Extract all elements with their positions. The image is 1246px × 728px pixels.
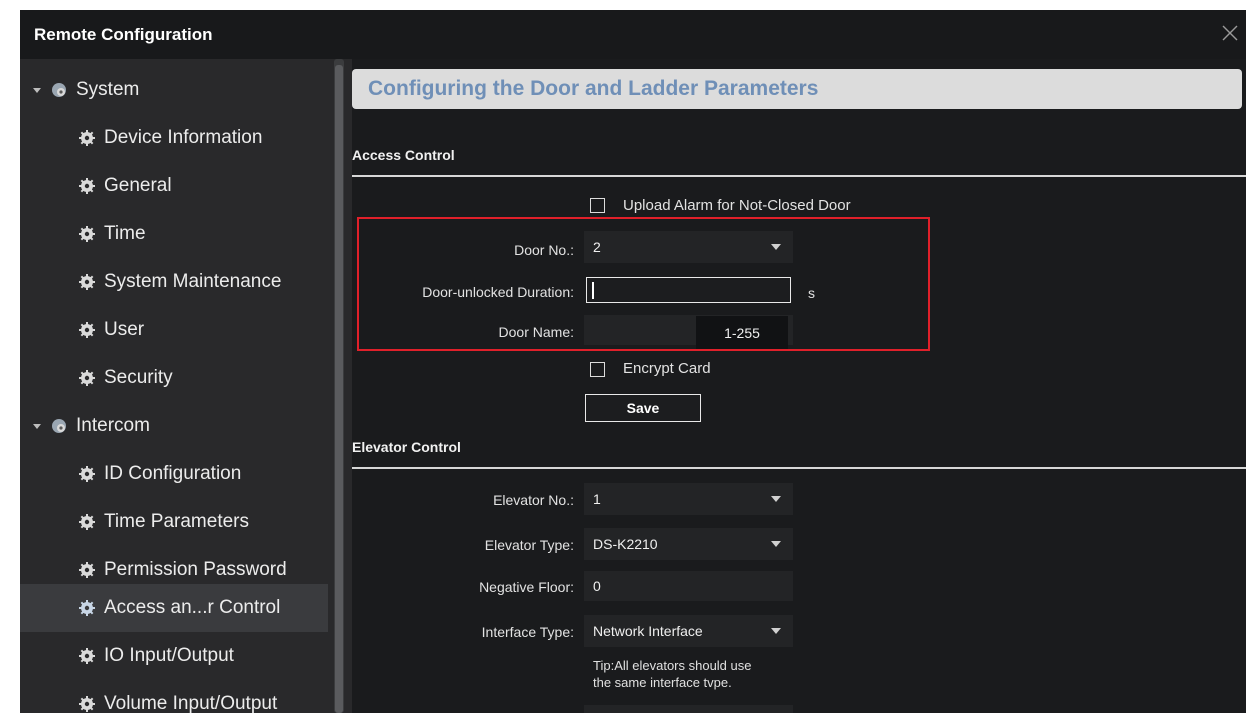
sidebar-item-id-configuration[interactable]: ID Configuration <box>20 450 328 498</box>
upload-alarm-checkbox[interactable] <box>590 198 605 213</box>
gear-icon <box>79 600 95 616</box>
sidebar-item-system-maintenance[interactable]: System Maintenance <box>20 258 328 306</box>
gear-icon <box>79 130 95 146</box>
elevator-no-select[interactable]: 1 <box>584 483 793 515</box>
encrypt-card-checkbox[interactable] <box>590 362 605 377</box>
gear-icon <box>79 648 95 664</box>
page-title: Configuring the Door and Ladder Paramete… <box>368 77 819 100</box>
chevron-down-icon <box>771 541 781 547</box>
sidebar-item-label: Security <box>104 367 173 388</box>
expand-arrow-icon[interactable] <box>30 419 44 433</box>
elevator-control-section-title: Elevator Control <box>352 439 461 455</box>
gear-icon <box>79 370 95 386</box>
remote-configuration-window: Remote Configuration System Device Infor… <box>0 0 1246 714</box>
sidebar-item-user[interactable]: User <box>20 306 328 354</box>
upload-alarm-label: Upload Alarm for Not-Closed Door <box>623 197 851 214</box>
elevator-type-value: DS-K2210 <box>593 536 658 552</box>
sidebar-item-label: Permission Password <box>104 559 287 580</box>
main-panel: Configuring the Door and Ladder Paramete… <box>352 59 1246 713</box>
sidebar-item-label: Time Parameters <box>104 511 249 532</box>
highlight-box <box>357 217 930 351</box>
sidebar-item-access-and-ladder-control[interactable]: Access an...r Control <box>20 584 328 632</box>
next-field-input[interactable] <box>584 705 793 713</box>
sidebar-item-device-information[interactable]: Device Information <box>20 114 328 162</box>
interface-type-value: Network Interface <box>593 623 703 639</box>
access-control-section-title: Access Control <box>352 147 455 163</box>
gear-group-icon <box>52 83 66 97</box>
elevator-type-select[interactable]: DS-K2210 <box>584 528 793 560</box>
sidebar-item-label: Device Information <box>104 127 263 148</box>
gear-icon <box>79 696 95 712</box>
page-header: Configuring the Door and Ladder Paramete… <box>352 69 1242 109</box>
gear-icon <box>79 226 95 242</box>
sidebar-item-intercom[interactable]: Intercom <box>20 402 328 450</box>
section-divider <box>352 175 1246 177</box>
tip-line: the same interface tvpe. <box>593 675 732 690</box>
interface-type-select[interactable]: Network Interface <box>584 615 793 647</box>
sidebar-item-label: System <box>76 79 140 100</box>
sidebar-item-label: ID Configuration <box>104 463 242 484</box>
window-title: Remote Configuration <box>34 24 213 44</box>
chevron-down-icon <box>771 628 781 634</box>
gear-icon <box>79 514 95 530</box>
sidebar-item-label: General <box>104 175 172 196</box>
negative-floor-label: Negative Floor: <box>479 579 574 595</box>
sidebar-item-volume-input-output[interactable]: Volume Input/Output <box>20 680 328 728</box>
sidebar-item-general[interactable]: General <box>20 162 328 210</box>
sidebar-item-security[interactable]: Security <box>20 354 328 402</box>
gear-icon <box>79 322 95 338</box>
sidebar-tree: System Device Information General Time S… <box>20 59 328 714</box>
gear-icon <box>79 274 95 290</box>
sidebar-item-label: System Maintenance <box>104 271 282 292</box>
gear-icon <box>79 178 95 194</box>
sidebar-item-system[interactable]: System <box>20 66 328 114</box>
sidebar-scrollbar[interactable] <box>334 59 344 713</box>
interface-tip: Tip:All elevators should use the same in… <box>593 657 752 691</box>
negative-floor-input[interactable]: 0 <box>584 571 793 601</box>
save-button[interactable]: Save <box>585 394 701 422</box>
expand-arrow-icon[interactable] <box>30 83 44 97</box>
tip-line: Tip:All elevators should use <box>593 658 752 673</box>
title-bar: Remote Configuration <box>20 10 1246 59</box>
gear-group-icon <box>52 419 66 433</box>
window-body: System Device Information General Time S… <box>20 59 1246 714</box>
negative-floor-value: 0 <box>593 578 601 594</box>
gear-icon <box>79 466 95 482</box>
elevator-type-label: Elevator Type: <box>484 537 574 553</box>
sidebar-item-label: IO Input/Output <box>104 645 234 666</box>
sidebar-item-label: User <box>104 319 145 340</box>
sidebar-item-label: Time <box>104 223 146 244</box>
interface-type-label: Interface Type: <box>481 624 574 640</box>
sidebar-scrollbar-thumb[interactable] <box>335 65 343 713</box>
elevator-no-value: 1 <box>593 491 601 507</box>
chevron-down-icon <box>771 496 781 502</box>
sidebar-item-time-parameters[interactable]: Time Parameters <box>20 498 328 546</box>
sidebar-item-label: Access an...r Control <box>104 597 281 618</box>
close-icon[interactable] <box>1220 23 1240 43</box>
sidebar-item-io-input-output[interactable]: IO Input/Output <box>20 632 328 680</box>
section-divider <box>352 467 1246 469</box>
gear-icon <box>79 562 95 578</box>
elevator-no-label: Elevator No.: <box>493 492 574 508</box>
sidebar-item-label: Volume Input/Output <box>104 693 278 714</box>
encrypt-card-label: Encrypt Card <box>623 360 711 377</box>
sidebar-item-time[interactable]: Time <box>20 210 328 258</box>
sidebar-item-label: Intercom <box>76 415 150 436</box>
